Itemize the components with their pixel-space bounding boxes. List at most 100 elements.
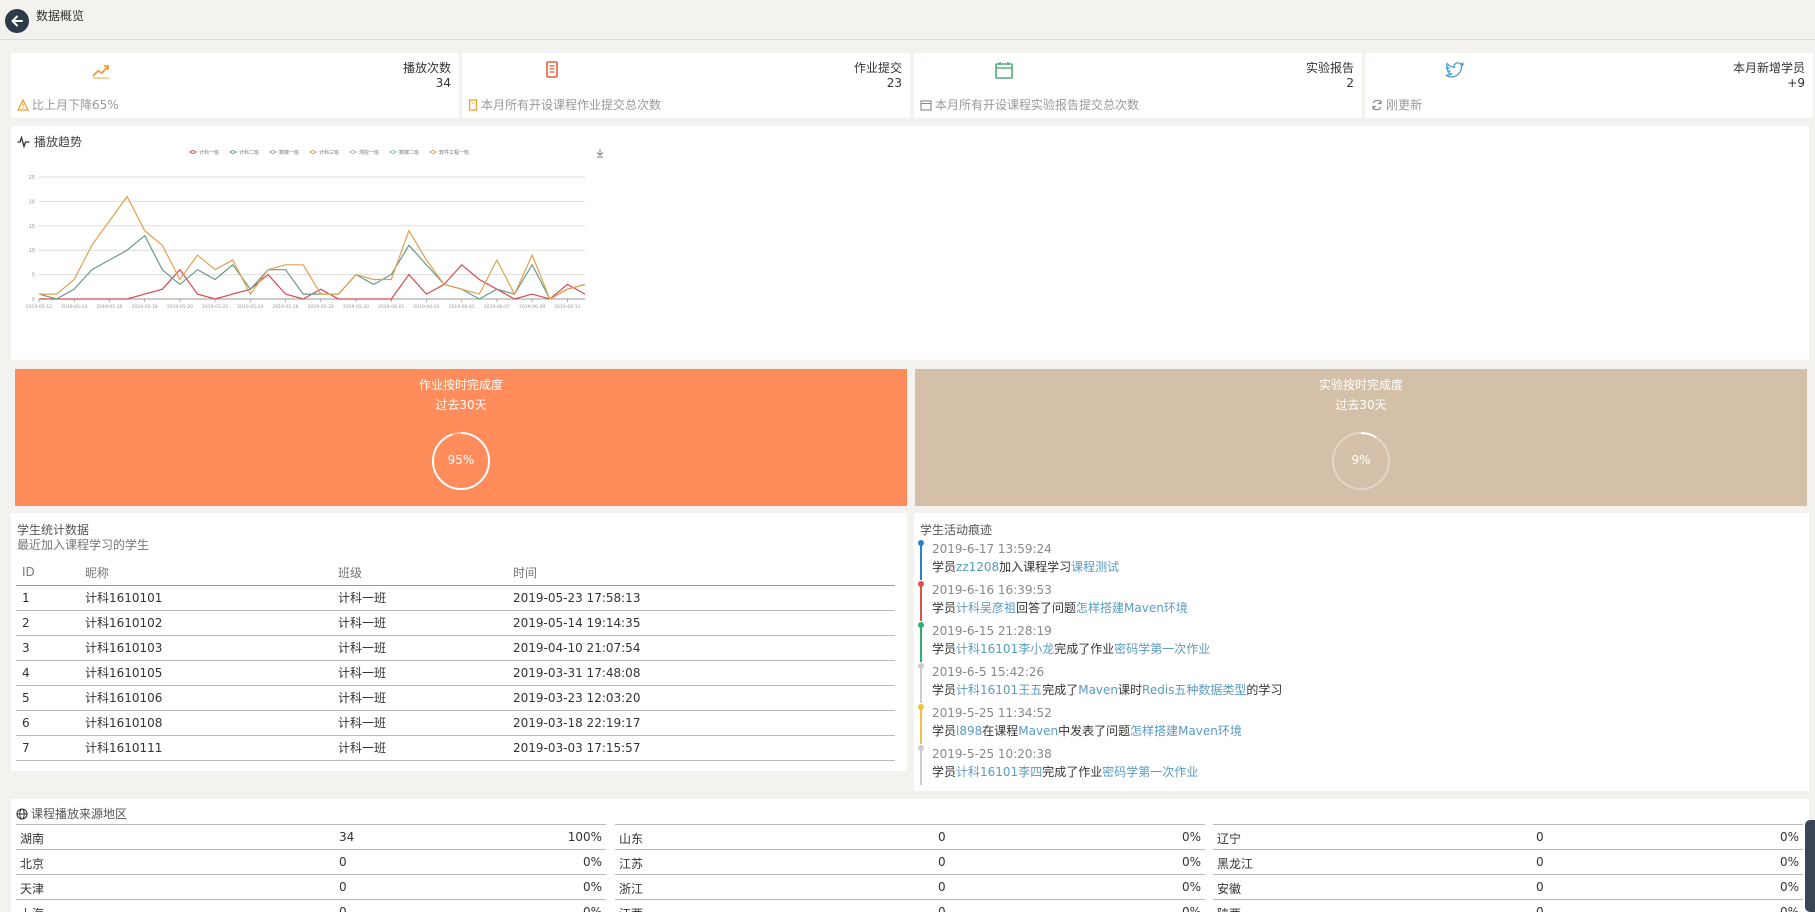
- activity-link[interactable]: 计科吴彦祖: [956, 601, 1016, 615]
- region-name: 浙江: [619, 882, 644, 896]
- region-percent: 0%: [582, 905, 602, 912]
- region-column: 山东 0 0% 江苏 0 0% 浙江 0 0% 江西 0 0%: [615, 824, 1205, 912]
- region-name: 陕西: [1217, 905, 1241, 912]
- stat-value: +9: [1787, 76, 1805, 90]
- region-name: 江西: [619, 905, 643, 912]
- legend-item[interactable]: 数媒二班: [389, 149, 419, 156]
- download-icon[interactable]: [596, 149, 604, 158]
- legend-label: 软件工程一班: [439, 149, 469, 156]
- legend-item[interactable]: 计科二班: [229, 149, 259, 156]
- x-tick-label: 2019-06-01: [378, 304, 404, 310]
- timeline-item: 2019-5-25 11:34:52 学员l898在课程Maven中发表了问题怎样…: [918, 704, 1798, 745]
- activity-text: 中发表了问题: [1058, 724, 1131, 738]
- table-cell: 5: [16, 685, 79, 711]
- timeline-text: 学员l898在课程Maven中发表了问题怎样搭建Maven环境: [932, 722, 1798, 739]
- legend-item[interactable]: 测控一班: [349, 149, 379, 156]
- timeline-text: 学员zz1208加入课程学习课程测试: [932, 558, 1798, 575]
- activity-link[interactable]: 计科16101王五: [956, 683, 1042, 697]
- legend-item[interactable]: 计科三班: [309, 149, 339, 156]
- warning-icon: [17, 98, 29, 111]
- table-row[interactable]: 4 计科1610105 计科一班 2019-03-31 17:48:08: [16, 660, 895, 686]
- legend-marker: [390, 149, 395, 154]
- region-percent: 0%: [1779, 880, 1799, 894]
- region-count: 0: [938, 905, 946, 912]
- activity-link[interactable]: 课程测试: [1071, 560, 1119, 574]
- table-cell: 7: [16, 735, 79, 761]
- table-row[interactable]: 6 计科1610108 计科一班 2019-03-18 22:19:17: [16, 710, 895, 736]
- region-count: 0: [339, 905, 347, 912]
- region-row: 江苏 0 0%: [615, 849, 1205, 874]
- stat-foot: 本月所有开设课程实验报告提交总次数: [920, 96, 1139, 113]
- table-row[interactable]: 2 计科1610102 计科一班 2019-05-14 19:14:35: [16, 610, 895, 636]
- activity-card: 学生活动痕迹 2019-6-17 13:59:24 学员zz1208加入课程学习课…: [914, 513, 1809, 791]
- table-cell: 2019-03-18 22:19:17: [507, 710, 895, 736]
- timeline-item: 2019-6-17 13:59:24 学员zz1208加入课程学习课程测试: [918, 540, 1798, 581]
- region-title-text: 课程播放来源地区: [31, 807, 128, 821]
- legend-label: 数媒二班: [399, 149, 419, 156]
- timeline-dot: [918, 622, 924, 628]
- timeline-dot: [918, 540, 924, 546]
- table-cell: 计科一班: [332, 635, 507, 661]
- y-tick-label: 20: [29, 199, 35, 205]
- activity-link[interactable]: 计科16101李四: [956, 765, 1042, 779]
- region-percent: 0%: [1181, 855, 1201, 869]
- activity-link[interactable]: 怎样搭建Maven环境: [1130, 724, 1242, 738]
- legend-marker: [190, 149, 195, 154]
- bookmark-icon: [468, 98, 478, 111]
- x-tick-label: 2019-05-20: [167, 304, 193, 310]
- stat-label: 播放次数: [402, 61, 451, 75]
- table-row[interactable]: 3 计科1610103 计科一班 2019-04-10 21:07:54: [16, 635, 895, 661]
- completion-subtitle: 过去30天: [435, 398, 487, 412]
- legend-item[interactable]: 计科一班: [189, 149, 219, 156]
- region-name: 安徽: [1217, 882, 1242, 896]
- column-header: ID: [16, 560, 79, 586]
- stat-label: 作业提交: [853, 61, 902, 75]
- x-tick-label: 2019-06-03: [413, 304, 439, 310]
- document-icon: [546, 61, 558, 78]
- region-name: 黑龙江: [1217, 857, 1254, 871]
- activity-link[interactable]: 计科16101李小龙: [956, 642, 1054, 656]
- legend-item[interactable]: 数媒一班: [269, 149, 299, 156]
- activity-link[interactable]: 密码学第一次作业: [1114, 642, 1210, 656]
- stat-label: 本月新增学员: [1732, 61, 1805, 75]
- region-row: 北京 0 0%: [16, 849, 606, 874]
- activity-link[interactable]: 密码学第一次作业: [1102, 765, 1198, 779]
- activity-text: 学员: [932, 642, 957, 656]
- table-cell: 3: [16, 635, 79, 661]
- region-row: 黑龙江 0 0%: [1213, 849, 1803, 874]
- activity-link[interactable]: Redis五种数据类型: [1142, 683, 1246, 697]
- region-row: 安徽 0 0%: [1213, 874, 1803, 899]
- table-cell: 2019-03-31 17:48:08: [507, 660, 895, 686]
- table-row[interactable]: 5 计科1610106 计科一班 2019-03-23 12:03:20: [16, 685, 895, 711]
- x-tick-label: 2019-05-26: [273, 304, 299, 310]
- back-button[interactable]: [5, 9, 29, 33]
- activity-link[interactable]: l898: [956, 724, 982, 738]
- table-row[interactable]: 7 计科1610111 计科一班 2019-03-03 17:15:57: [16, 735, 895, 761]
- stat-foot-text: 本月所有开设课程作业提交总次数: [481, 98, 662, 112]
- region-percent: 0%: [1779, 905, 1799, 912]
- table-row[interactable]: 1 计科1610101 计科一班 2019-05-23 17:58:13: [16, 585, 895, 611]
- region-name: 上海: [20, 905, 44, 912]
- timeline-line: [920, 626, 922, 662]
- timeline-line: [920, 544, 922, 580]
- activity-text: 回答了问题: [1016, 601, 1077, 615]
- students-subtitle: 最近加入课程学习的学生: [17, 538, 150, 552]
- legend-item[interactable]: 软件工程一班: [429, 149, 469, 156]
- activity-link[interactable]: Maven: [1018, 724, 1058, 738]
- activity-link[interactable]: 怎样搭建Maven环境: [1076, 601, 1188, 615]
- region-row: 天津 0 0%: [16, 874, 606, 899]
- region-count: 0: [938, 830, 946, 844]
- table-cell: 计科一班: [332, 660, 507, 686]
- stat-value: 34: [435, 76, 451, 90]
- legend-marker: [310, 149, 315, 154]
- table-cell: 计科1610105: [79, 660, 332, 686]
- activity-title: 学生活动痕迹: [920, 523, 993, 537]
- activity-link[interactable]: zz1208: [956, 560, 999, 574]
- region-name: 辽宁: [1217, 832, 1242, 846]
- y-tick-label: 0: [32, 297, 35, 303]
- scrollbar-handle[interactable]: [1805, 820, 1815, 912]
- activity-link[interactable]: Maven: [1078, 683, 1118, 697]
- table-cell: 计科一班: [332, 585, 507, 611]
- region-row: 湖南 34 100%: [16, 824, 606, 849]
- table-cell: 计科1610102: [79, 610, 332, 636]
